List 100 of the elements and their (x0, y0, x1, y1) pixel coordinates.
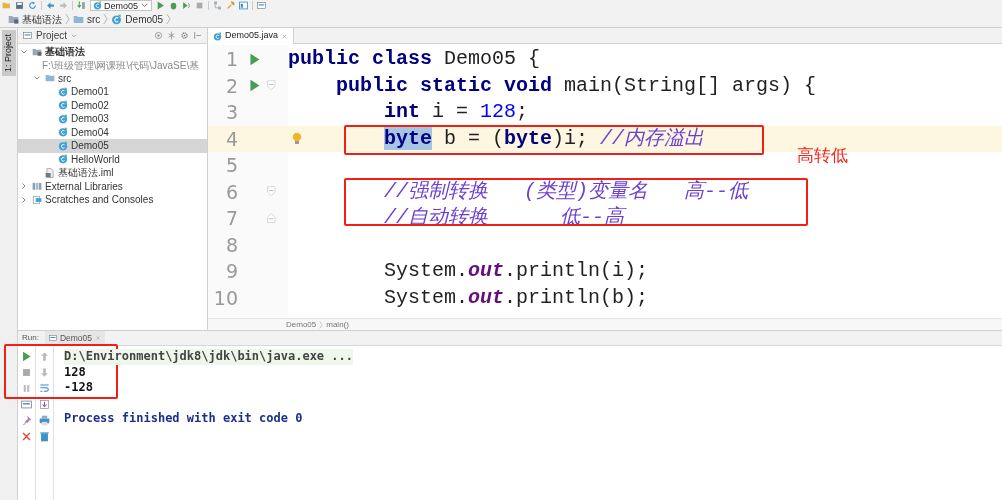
up-arrow-icon[interactable] (39, 351, 50, 362)
code-line: byte b = (byte)i; //内存溢出 (383, 126, 705, 150)
chevron-icon (103, 12, 109, 26)
layout-icon[interactable] (239, 1, 249, 10)
stop-icon[interactable] (195, 1, 205, 10)
save-icon[interactable] (15, 1, 24, 10)
code-line: int i = 128; (383, 100, 529, 123)
library-icon (32, 181, 42, 192)
fold-icon[interactable] (266, 79, 278, 92)
breadcrumb-item[interactable]: 基础语法 (8, 11, 62, 27)
breadcrumb-item[interactable]: Demo05 (111, 11, 164, 27)
code-line: public class Demo05 { (288, 47, 541, 70)
stop-icon[interactable] (21, 367, 32, 378)
line-number: 3 (224, 100, 238, 125)
module-icon (8, 13, 19, 25)
close-icon[interactable] (21, 431, 32, 442)
wrench-icon[interactable] (226, 1, 236, 10)
back-icon[interactable] (46, 1, 55, 10)
tree-item[interactable]: 基础语法.iml (18, 166, 207, 180)
console-line: -128 (64, 380, 93, 396)
console-line: Process finished with exit code 0 (64, 411, 303, 427)
tree-item[interactable]: Scratches and Consoles (18, 193, 207, 207)
line-number: 8 (224, 232, 238, 258)
down-arrow-icon[interactable] (39, 367, 50, 378)
tree-item[interactable]: Demo05 (18, 139, 207, 153)
side-tab[interactable]: 1: Project (2, 30, 16, 77)
bug-icon[interactable] (169, 1, 179, 10)
tree-item[interactable]: External Libraries (18, 179, 207, 193)
line-number: 9 (224, 259, 238, 284)
class-icon (58, 154, 68, 165)
coverage-icon[interactable] (182, 1, 192, 10)
tree-item[interactable]: HelloWorld (18, 152, 207, 166)
lightbulb-icon[interactable] (292, 131, 302, 145)
tree-item[interactable]: 基础语法 (18, 45, 207, 59)
line-number: 10 (212, 285, 238, 311)
folder-icon (73, 13, 84, 25)
annotation-text: 高转低 (797, 145, 849, 167)
breadcrumb-item[interactable]: Demo05 (286, 318, 317, 331)
file-icon (45, 167, 55, 178)
class-icon (58, 127, 68, 138)
trash-icon[interactable] (39, 431, 50, 442)
settings-icon[interactable] (180, 31, 189, 40)
tree-item[interactable]: Demo04 (18, 125, 207, 139)
caret-icon (71, 32, 78, 39)
chevron-icon (319, 320, 324, 329)
line-number: 7 (224, 206, 238, 231)
target-icon[interactable] (154, 31, 163, 40)
tree-item[interactable]: Demo02 (18, 98, 207, 112)
caret-icon (140, 1, 150, 10)
window-icon[interactable] (257, 1, 267, 10)
print-icon[interactable] (39, 415, 50, 426)
module-icon (32, 46, 42, 57)
line-number: 5 (224, 153, 238, 178)
scratch-icon (32, 194, 42, 205)
tree-item[interactable]: Demo01 (18, 85, 207, 99)
code-line: System.out.println(i); (383, 259, 649, 282)
line-number: 6 (224, 179, 238, 205)
panel-label: Run: (22, 332, 39, 344)
fold-icon[interactable] (266, 212, 278, 225)
line-number: 1 (224, 47, 238, 72)
scroll-to-end-icon[interactable] (39, 399, 50, 410)
window-icon (23, 31, 32, 40)
code-line: public static void main(String[] args) { (335, 73, 817, 97)
fold-icon[interactable] (266, 185, 278, 198)
console-line: 128 (64, 364, 86, 380)
soft-wrap-icon[interactable] (39, 383, 50, 394)
tree-item[interactable]: src (18, 71, 207, 85)
expand-icon[interactable] (20, 47, 28, 56)
collapse-icon[interactable] (167, 31, 176, 40)
breadcrumb-item[interactable]: src (73, 11, 101, 27)
code-line: System.out.println(b); (383, 285, 649, 309)
class-icon (58, 140, 68, 151)
expand-icon[interactable] (20, 182, 28, 191)
expand-icon[interactable] (20, 195, 28, 204)
chevron-icon (166, 12, 172, 26)
build-icon[interactable] (77, 1, 86, 10)
chevron-icon (65, 12, 70, 26)
path-text: F:\班级管理\网课班\代码\JavaSE\基 (41, 58, 201, 72)
class-icon (213, 31, 222, 41)
run-icon[interactable] (21, 351, 32, 362)
class-icon (58, 113, 68, 124)
pause-icon[interactable] (21, 383, 32, 394)
tree-item[interactable]: Demo03 (18, 112, 207, 126)
line-number: 4 (224, 126, 238, 152)
editor-tab[interactable]: Demo05.java (208, 28, 295, 44)
class-icon (58, 86, 68, 97)
class-icon (58, 100, 68, 111)
close-icon[interactable] (281, 32, 289, 40)
pin-icon[interactable] (21, 415, 32, 426)
class-icon (93, 1, 102, 10)
folder-icon (45, 73, 55, 84)
breadcrumb-item[interactable]: main() (326, 318, 349, 331)
class-icon (111, 13, 123, 25)
sync-icon[interactable] (28, 1, 37, 10)
line-number: 2 (224, 73, 238, 99)
forward-icon[interactable] (59, 1, 68, 10)
code-line: //强制转换 (类型)变量名 高--低 (383, 179, 749, 203)
structure-icon[interactable] (213, 1, 223, 10)
minimize-icon[interactable] (193, 31, 202, 40)
window-icon (48, 334, 57, 342)
